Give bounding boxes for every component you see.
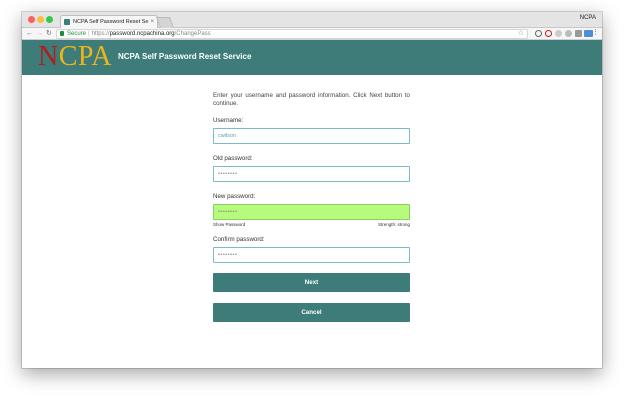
- username-label: Username:: [213, 117, 244, 124]
- username-input[interactable]: cwilson: [213, 128, 410, 144]
- browser-toolbar: ← → ↻ Secure | https://password.ncpachina.…: [22, 28, 602, 40]
- opera-extension-icon[interactable]: [545, 30, 552, 37]
- confirm-password-input[interactable]: ••••••••: [213, 247, 410, 263]
- menu-dots-icon[interactable]: ⋮: [592, 28, 599, 36]
- url-host: password.ncpachina.org: [109, 31, 175, 37]
- close-tab-icon[interactable]: ×: [150, 16, 154, 28]
- extension-icon[interactable]: [575, 30, 582, 37]
- form-instructions: Enter your username and password informa…: [213, 92, 410, 107]
- new-tab-button[interactable]: [155, 17, 175, 28]
- confirm-password-label: Confirm password:: [213, 236, 265, 243]
- password-strength: Strength: strong: [377, 222, 410, 227]
- show-password-link[interactable]: Show Password: [213, 222, 245, 227]
- page-header: NCPA NCPA Self Password Reset Service: [22, 40, 602, 75]
- profile-name[interactable]: NCPA: [580, 15, 596, 21]
- maximize-window-button[interactable]: [46, 16, 53, 23]
- reload-icon[interactable]: ↻: [46, 29, 52, 39]
- next-button[interactable]: Next: [213, 273, 410, 292]
- tab-title: NCPA Self Password Reset Se: [73, 19, 149, 25]
- back-arrow-icon[interactable]: ←: [26, 29, 33, 39]
- new-password-label: New password:: [213, 193, 256, 200]
- password-reset-form: Enter your username and password informa…: [213, 92, 410, 322]
- cancel-button[interactable]: Cancel: [213, 303, 410, 322]
- extension-icon[interactable]: [565, 30, 572, 37]
- secure-label: Secure: [67, 31, 87, 37]
- old-password-input[interactable]: ••••••••: [213, 166, 410, 182]
- extension-icon[interactable]: [555, 30, 562, 37]
- forward-arrow-icon[interactable]: →: [36, 29, 43, 39]
- close-window-button[interactable]: [28, 16, 35, 23]
- url-path: /ChangePass: [174, 31, 211, 37]
- page-title: NCPA Self Password Reset Service: [118, 52, 252, 61]
- extension-info-icon[interactable]: [535, 30, 542, 37]
- new-password-input[interactable]: ••••••••: [213, 204, 410, 220]
- title-bar: NCPA Self Password Reset Se × NCPA: [22, 12, 602, 28]
- minimize-window-button[interactable]: [37, 16, 44, 23]
- browser-window: NCPA Self Password Reset Se × NCPA ← → ↻…: [22, 12, 602, 368]
- old-password-label: Old password:: [213, 155, 253, 162]
- ncpa-logo: NCPA: [38, 41, 113, 72]
- address-bar[interactable]: Secure | https://password.ncpachina.org/Ch…: [56, 29, 528, 39]
- bookmark-star-icon[interactable]: ☆: [518, 30, 524, 38]
- browser-tab[interactable]: NCPA Self Password Reset Se ×: [60, 15, 158, 28]
- lock-icon: [60, 31, 64, 36]
- favicon-icon: [64, 19, 70, 25]
- url-scheme: https://: [91, 31, 110, 37]
